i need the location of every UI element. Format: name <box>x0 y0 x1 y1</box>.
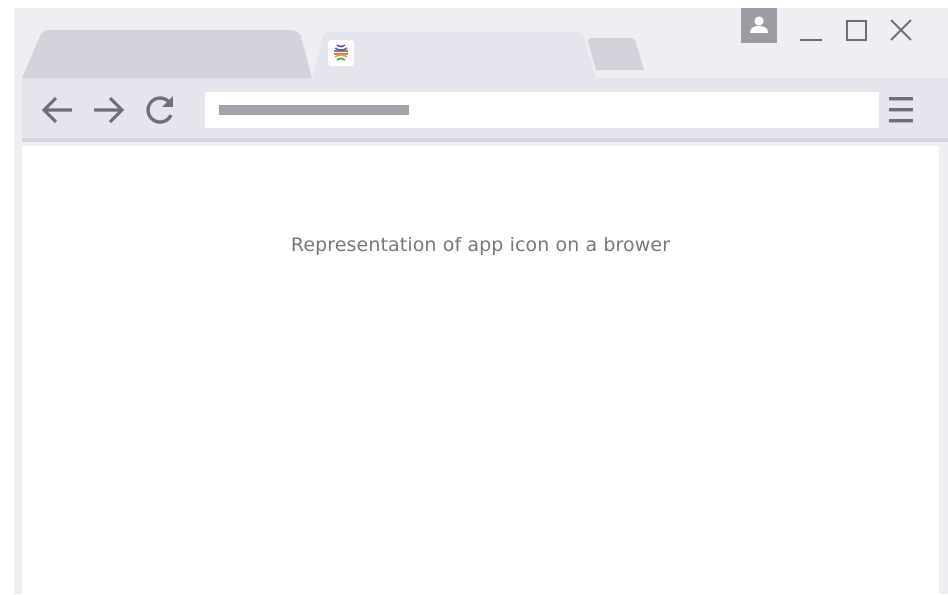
page-content: Representation of app icon on a brower <box>22 146 939 594</box>
maximize-icon[interactable] <box>841 18 871 48</box>
tab-inactive[interactable] <box>22 30 312 78</box>
screenshot-stage: Representation of app icon on a brower <box>0 0 948 595</box>
browser-window: Representation of app icon on a brower <box>14 8 948 594</box>
hamburger-menu-icon[interactable] <box>884 93 918 127</box>
app-logo-icon <box>328 40 354 66</box>
close-icon[interactable] <box>885 18 915 48</box>
arrow-left-icon[interactable] <box>40 93 76 127</box>
new-tab-icon[interactable] <box>586 36 648 72</box>
page-caption: Representation of app icon on a brower <box>290 234 671 256</box>
reload-icon[interactable] <box>142 93 178 127</box>
user-icon[interactable] <box>741 8 777 43</box>
browser-toolbar <box>22 78 948 142</box>
tab-active[interactable] <box>312 30 596 78</box>
address-placeholder-bar <box>219 105 409 115</box>
arrow-right-icon[interactable] <box>90 93 126 127</box>
title-bar <box>14 8 948 78</box>
minimize-icon[interactable] <box>797 18 827 48</box>
